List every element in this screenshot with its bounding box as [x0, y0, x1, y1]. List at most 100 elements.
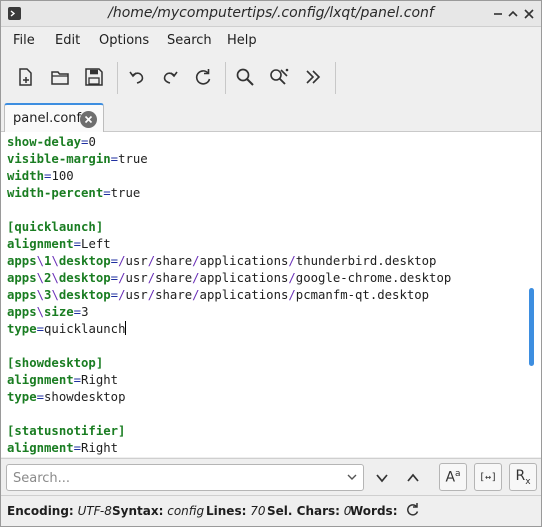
- status-sel-chars: Sel. Chars: 0: [267, 504, 352, 518]
- config-key: width-percent: [7, 186, 104, 200]
- config-value: usr: [125, 271, 148, 285]
- status-syntax: Syntax: config: [112, 504, 205, 518]
- whole-word-button[interactable]: [↔]: [474, 463, 502, 491]
- config-key: type: [7, 390, 37, 404]
- menu-file[interactable]: File: [13, 33, 35, 48]
- chevron-up-icon: [407, 473, 419, 482]
- equals-sign: =: [110, 152, 119, 166]
- find-bar: Aa [↔] Rx: [1, 458, 541, 494]
- tab-panel-conf[interactable]: panel.conf: [4, 103, 104, 133]
- reload-button[interactable]: [190, 64, 216, 90]
- editor-line: alignment=Left: [7, 236, 451, 253]
- toolbar-separator: [335, 62, 336, 94]
- equals-sign: =: [110, 254, 119, 268]
- config-value: Right: [81, 373, 119, 387]
- equals-sign: =: [36, 390, 45, 404]
- go-to-line-icon: [306, 70, 321, 84]
- config-value: applications: [199, 271, 289, 285]
- editor-line: [statusnotifier]: [7, 423, 451, 440]
- config-key: desktop: [58, 271, 111, 285]
- section-header: [quicklaunch]: [7, 220, 104, 234]
- section-header: [showdesktop]: [7, 356, 104, 370]
- chevron-down-icon[interactable]: [345, 470, 359, 484]
- path-separator: /: [147, 254, 156, 268]
- key-separator: \: [36, 254, 45, 268]
- config-value: applications: [199, 254, 289, 268]
- menu-options[interactable]: Options: [99, 33, 149, 48]
- regex-button[interactable]: Rx: [509, 463, 537, 491]
- path-separator: /: [192, 288, 200, 302]
- path-separator: /: [192, 254, 200, 268]
- find-next-button[interactable]: [369, 464, 395, 491]
- editor-line: width=100: [7, 168, 451, 185]
- match-case-button[interactable]: Aa: [439, 463, 467, 491]
- match-case-icon: Aa: [445, 468, 461, 486]
- config-value: 3: [81, 305, 89, 319]
- tab-label: panel.conf: [13, 111, 82, 126]
- path-separator: /: [288, 288, 296, 302]
- window-title: /home/mycomputertips/.config/lxqt/panel.…: [108, 5, 434, 21]
- toolbar-separator: [225, 62, 226, 94]
- close-button[interactable]: [520, 5, 538, 23]
- close-icon: [84, 115, 93, 124]
- open-button[interactable]: [47, 64, 73, 90]
- find-button[interactable]: [232, 64, 258, 90]
- editor-window: /home/mycomputertips/.config/lxqt/panel.…: [0, 0, 542, 527]
- editor-line: width-percent=true: [7, 185, 451, 202]
- search-input[interactable]: [13, 469, 333, 487]
- config-key: width: [7, 169, 45, 183]
- replace-icon: [270, 68, 289, 85]
- open-folder-icon: [51, 71, 69, 85]
- maximize-icon: [508, 10, 518, 17]
- config-key: alignment: [7, 441, 74, 455]
- find-previous-button[interactable]: [400, 464, 426, 491]
- reload-icon: [195, 69, 211, 85]
- save-button[interactable]: [81, 64, 107, 90]
- config-key: size: [44, 305, 74, 319]
- menu-help[interactable]: Help: [227, 33, 257, 48]
- section-header: [statusnotifier]: [7, 424, 126, 438]
- config-key: alignment: [7, 237, 74, 251]
- editor-line: alignment=Right: [7, 372, 451, 389]
- editor-line: [quicklaunch]: [7, 219, 451, 236]
- equals-sign: =: [73, 373, 82, 387]
- equals-sign: =: [73, 305, 82, 319]
- regex-icon: Rx: [515, 467, 531, 487]
- chevron-down-icon: [376, 473, 388, 482]
- config-value: quicklaunch: [44, 322, 126, 336]
- minimize-icon: [494, 13, 502, 15]
- text-editor[interactable]: show-delay=0 visible-margin=true width=100…: [1, 132, 541, 457]
- menu-edit[interactable]: Edit: [55, 33, 80, 48]
- menu-search[interactable]: Search: [167, 33, 212, 48]
- config-value: share: [155, 254, 193, 268]
- config-key: desktop: [58, 288, 111, 302]
- refresh-word-count-button[interactable]: [405, 502, 420, 520]
- config-value: Left: [81, 237, 111, 251]
- undo-button[interactable]: [124, 64, 150, 90]
- vertical-scrollbar[interactable]: [522, 132, 541, 457]
- config-value: 100: [51, 169, 74, 183]
- config-key: apps: [7, 305, 37, 319]
- key-separator: \: [51, 288, 59, 302]
- config-value: share: [155, 271, 193, 285]
- go-to-line-button[interactable]: [300, 64, 326, 90]
- redo-button[interactable]: [157, 64, 183, 90]
- status-bar: Encoding: UTF-8 Syntax: config Lines: 70…: [1, 495, 541, 526]
- search-box[interactable]: [6, 464, 364, 491]
- new-file-button[interactable]: [13, 64, 39, 90]
- editor-line: type=quicklaunch: [7, 321, 451, 338]
- undo-icon: [129, 71, 144, 84]
- editor-line: [showdesktop]: [7, 355, 451, 372]
- scrollbar-thumb[interactable]: [529, 288, 534, 366]
- config-key: show-delay: [7, 135, 82, 149]
- tab-bar: panel.conf: [1, 101, 541, 133]
- close-icon: [524, 9, 534, 19]
- editor-line: visible-margin=true: [7, 151, 451, 168]
- equals-sign: =: [73, 237, 82, 251]
- path-separator: /: [192, 271, 200, 285]
- tab-close-button[interactable]: [80, 111, 97, 128]
- replace-button[interactable]: [266, 64, 292, 90]
- config-key: apps: [7, 288, 37, 302]
